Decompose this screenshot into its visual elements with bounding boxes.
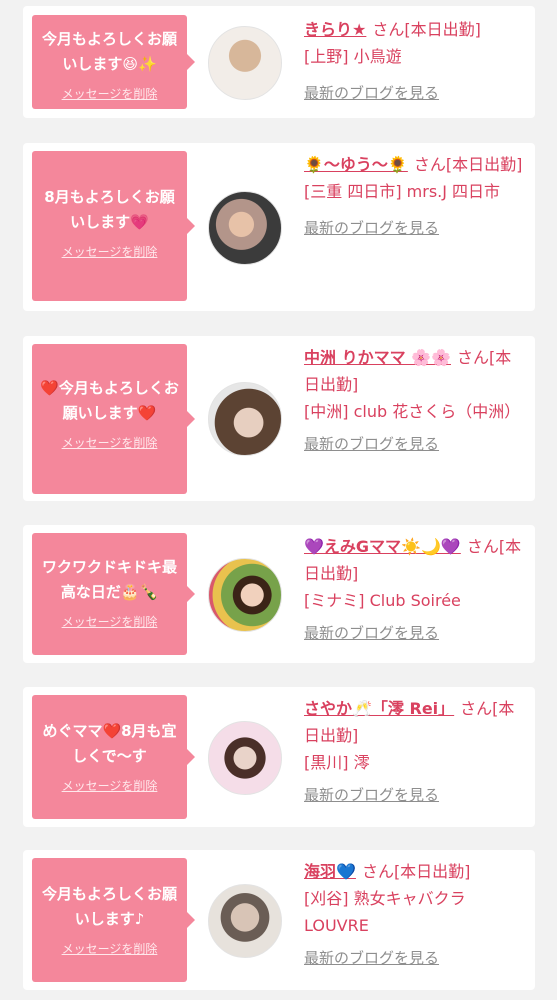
delete-message-link[interactable]: メッセージを削除 [62,434,158,451]
profile-info: さやか🥂「澪 Rei」 さん[本日出勤] [黒川] 澪 最新のブログを見る [304,695,524,809]
status-text: さん[本日出勤] [413,155,523,174]
blog-link[interactable]: 最新のブログを見る [304,620,524,647]
avatar[interactable] [208,558,282,632]
delete-message-link[interactable]: メッセージを削除 [62,777,158,794]
message-bubble: 8月もよろしくお願いします💗 メッセージを削除 [32,151,195,301]
profile-info: 海羽💙 さん[本日出勤] [刈谷] 熟女キャバクラ LOUVRE 最新のブログを見… [304,858,524,972]
blog-link[interactable]: 最新のブログを見る [304,945,524,972]
list-item: ワクワクドキドキ最高な日だ🎂🍾 メッセージを削除 💜えみGママ☀️🌙💜 さん[本日… [23,525,535,663]
location-text: [上野] 小鳥遊 [304,47,402,66]
blog-link[interactable]: 最新のブログを見る [304,80,524,107]
profile-info: きらり★ さん[本日出勤] [上野] 小鳥遊 最新のブログを見る [304,16,524,107]
message-bubble: ワクワクドキドキ最高な日だ🎂🍾 メッセージを削除 [32,533,195,655]
location-text: [ミナミ] Club Soirée [304,591,461,610]
profile-info: 中洲 りかママ 🌸🌸 さん[本日出勤] [中洲] club 花さくら（中洲） 最新… [304,344,524,458]
location-text: [刈谷] 熟女キャバクラ LOUVRE [304,889,466,935]
blog-link[interactable]: 最新のブログを見る [304,215,524,242]
delete-message-link[interactable]: メッセージを削除 [62,85,158,102]
profile-name-link[interactable]: 海羽💙 [304,862,356,881]
profile-info: 🌻〜ゆう〜🌻 さん[本日出勤] [三重 四日市] mrs.J 四日市 最新のブログ… [304,151,524,242]
message-text: ❤️今月もよろしくお願いします❤️ [40,379,179,422]
list-item: 今月もよろしくお願いします♪ メッセージを削除 海羽💙 さん[本日出勤] [刈谷]… [23,850,535,990]
message-text: 8月もよろしくお願いします💗 [44,188,175,231]
list-item: めぐママ❤️8月も宜しくで〜す メッセージを削除 さやか🥂「澪 Rei」 さん[本… [23,687,535,827]
avatar[interactable] [208,382,282,456]
delete-message-link[interactable]: メッセージを削除 [62,940,158,957]
message-bubble: ❤️今月もよろしくお願いします❤️ メッセージを削除 [32,344,195,494]
delete-message-link[interactable]: メッセージを削除 [62,613,158,630]
profile-name-link[interactable]: さやか🥂「澪 Rei」 [304,699,454,718]
list-item: ❤️今月もよろしくお願いします❤️ メッセージを削除 中洲 りかママ 🌸🌸 さん[… [23,336,535,501]
status-text: さん[本日出勤] [372,20,481,39]
message-text: 今月もよろしくお願いします😆✨ [41,30,177,73]
profile-name-link[interactable]: 中洲 りかママ 🌸🌸 [304,348,451,367]
message-bubble: めぐママ❤️8月も宜しくで〜す メッセージを削除 [32,695,195,819]
avatar[interactable] [208,721,282,795]
message-text: 今月もよろしくお願いします♪ [41,885,177,928]
avatar[interactable] [208,884,282,958]
location-text: [中洲] club 花さくら（中洲） [304,402,521,421]
list-item: 8月もよろしくお願いします💗 メッセージを削除 🌻〜ゆう〜🌻 さん[本日出勤] [… [23,143,535,311]
message-text: ワクワクドキドキ最高な日だ🎂🍾 [41,558,177,601]
profile-name-link[interactable]: 💜えみGママ☀️🌙💜 [304,537,461,556]
profile-info: 💜えみGママ☀️🌙💜 さん[本日出勤] [ミナミ] Club Soirée 最新の… [304,533,524,647]
message-bubble: 今月もよろしくお願いします♪ メッセージを削除 [32,858,195,982]
message-bubble: 今月もよろしくお願いします😆✨ メッセージを削除 [32,15,195,109]
blog-link[interactable]: 最新のブログを見る [304,431,524,458]
message-feed: 今月もよろしくお願いします😆✨ メッセージを削除 きらり★ さん[本日出勤] [上… [0,0,557,1000]
list-item: 今月もよろしくお願いします😆✨ メッセージを削除 きらり★ さん[本日出勤] [上… [23,6,535,118]
avatar[interactable] [208,191,282,265]
avatar[interactable] [208,26,282,100]
location-text: [黒川] 澪 [304,753,370,772]
delete-message-link[interactable]: メッセージを削除 [62,243,158,260]
blog-link[interactable]: 最新のブログを見る [304,782,524,809]
message-text: めぐママ❤️8月も宜しくで〜す [42,722,177,765]
profile-name-link[interactable]: 🌻〜ゆう〜🌻 [304,155,408,174]
status-text: さん[本日出勤] [361,862,471,881]
location-text: [三重 四日市] mrs.J 四日市 [304,182,501,201]
profile-name-link[interactable]: きらり★ [304,20,366,39]
